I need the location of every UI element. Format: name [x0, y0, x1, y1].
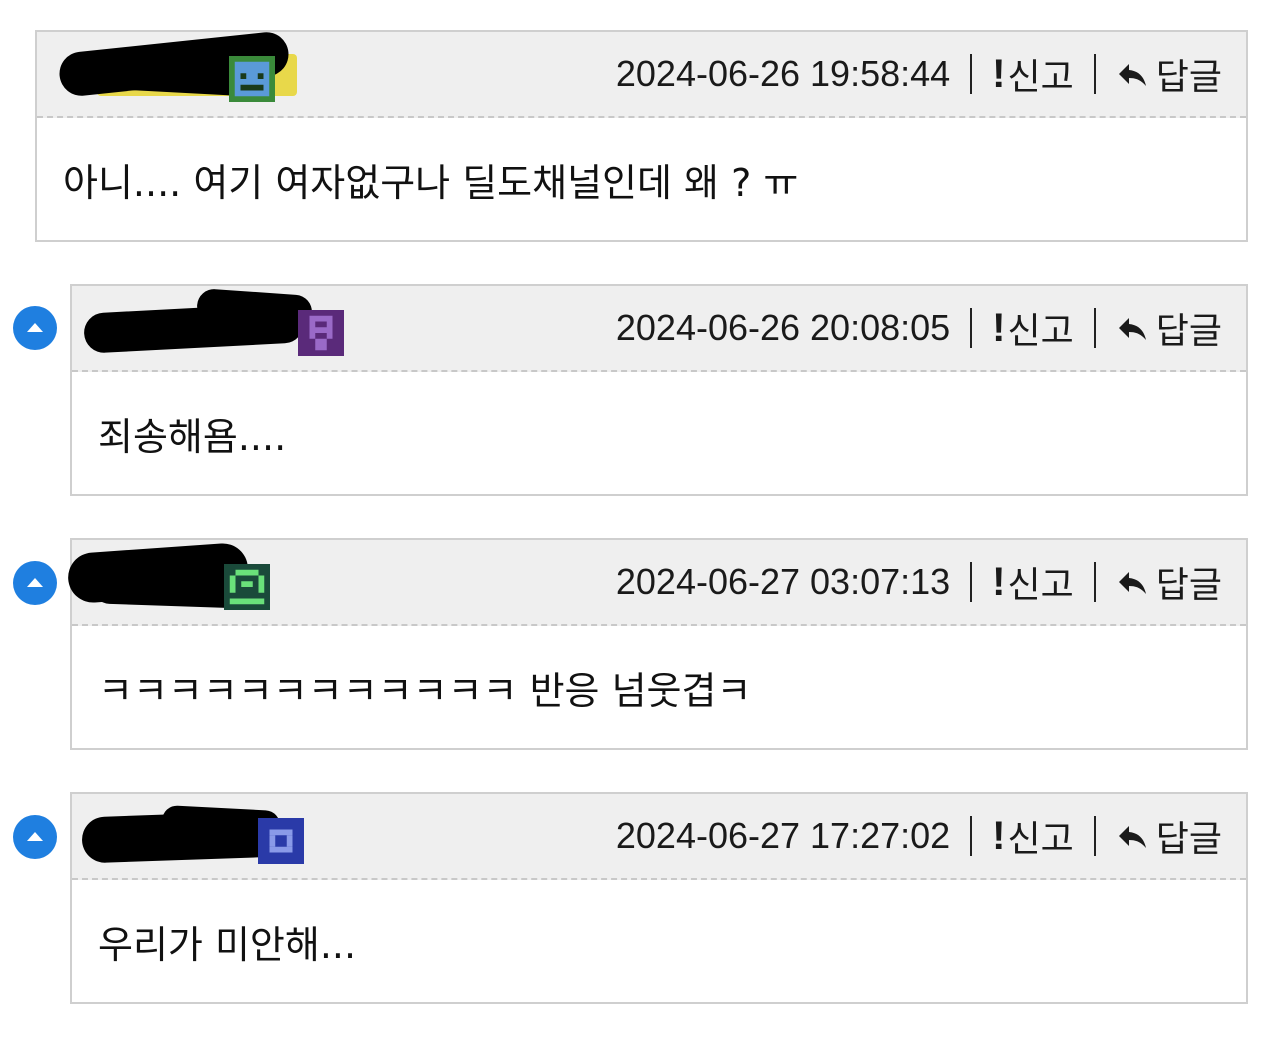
report-button[interactable]: ! 신고	[992, 810, 1074, 862]
comment-timestamp: 2024-06-27 17:27:02	[615, 815, 951, 856]
comment-header: 2024-06-26 19:58:44 ! 신고 답글	[37, 30, 1246, 118]
reply-label: 답글	[1155, 310, 1222, 351]
arrow-up-icon	[27, 323, 43, 332]
comment-text: 아니.... 여기 여자없구나 딜도채널인데 왜 ? ㅠ	[63, 160, 799, 205]
comment-timestamp: 2024-06-26 19:58:44	[615, 53, 951, 94]
reply-arrow-icon	[1118, 572, 1146, 594]
divider	[970, 308, 973, 348]
report-button[interactable]: ! 신고	[992, 48, 1074, 100]
divider	[970, 562, 973, 602]
exclamation-icon: !	[992, 51, 1006, 96]
reply-arrow-icon	[1118, 318, 1146, 340]
comment-text: 우리가 미안해...	[98, 922, 357, 967]
reply-label: 답글	[1155, 564, 1222, 605]
comment-text: ㅋㅋㅋㅋㅋㅋㅋㅋㅋㅋㅋㅋ 반응 넘웃겹ㅋ	[98, 668, 752, 713]
comment-text: 죄송해욤....	[98, 414, 287, 459]
comment-meta: 2024-06-27 17:27:02 ! 신고 답글	[616, 794, 1222, 878]
comment-timestamp: 2024-06-26 20:08:05	[615, 307, 951, 348]
comment-card: 2024-06-27 03:07:13 ! 신고 답글 ㅋㅋㅋㅋㅋㅋㅋㅋㅋㅋㅋㅋ…	[66, 538, 1248, 750]
comment-body: 죄송해욤....	[72, 372, 1246, 494]
reply-arrow-icon	[1118, 64, 1146, 86]
collapse-up-button[interactable]	[13, 306, 57, 350]
reply-arrow-icon	[1118, 826, 1146, 848]
divider	[1093, 308, 1096, 348]
divider	[970, 816, 973, 856]
comment-header: 2024-06-27 17:27:02 ! 신고 답글	[72, 794, 1246, 880]
comment-body: 우리가 미안해...	[72, 880, 1246, 1002]
divider	[970, 54, 973, 94]
comment-header: 2024-06-27 03:07:13 ! 신고 답글	[66, 540, 1246, 626]
user-avatar-icon[interactable]	[229, 56, 275, 102]
user-avatar-icon[interactable]	[258, 818, 304, 864]
comment-card: 2024-06-26 20:08:05 ! 신고 답글 죄송해욤....	[70, 284, 1248, 496]
report-label: 신고	[1007, 818, 1074, 859]
report-label: 신고	[1007, 310, 1074, 351]
comment-card: 2024-06-26 19:58:44 ! 신고 답글 아니.... 여기 여자…	[35, 30, 1248, 242]
reply-button[interactable]: 답글	[1116, 556, 1222, 608]
reply-button[interactable]: 답글	[1116, 48, 1222, 100]
collapse-up-button[interactable]	[13, 815, 57, 859]
report-label: 신고	[1007, 564, 1074, 605]
comment-meta: 2024-06-26 19:58:44 ! 신고 답글	[616, 32, 1222, 116]
report-button[interactable]: ! 신고	[992, 302, 1074, 354]
report-label: 신고	[1007, 56, 1074, 97]
arrow-up-icon	[27, 832, 43, 841]
divider	[1093, 816, 1096, 856]
user-avatar-icon[interactable]	[224, 564, 270, 610]
exclamation-icon: !	[992, 813, 1006, 858]
comment-card: 2024-06-27 17:27:02 ! 신고 답글 우리가 미안해...	[70, 792, 1248, 1004]
exclamation-icon: !	[992, 559, 1006, 604]
report-button[interactable]: ! 신고	[992, 556, 1074, 608]
comment-header: 2024-06-26 20:08:05 ! 신고 답글	[72, 286, 1246, 372]
comment-meta: 2024-06-26 20:08:05 ! 신고 답글	[616, 286, 1222, 370]
arrow-up-icon	[27, 578, 43, 587]
reply-button[interactable]: 답글	[1116, 810, 1222, 862]
collapse-up-button[interactable]	[13, 561, 57, 605]
reply-label: 답글	[1155, 818, 1222, 859]
reply-label: 답글	[1155, 56, 1222, 97]
user-avatar-icon[interactable]	[298, 310, 344, 356]
divider	[1093, 562, 1096, 602]
comment-body: 아니.... 여기 여자없구나 딜도채널인데 왜 ? ㅠ	[37, 118, 1246, 240]
comment-meta: 2024-06-27 03:07:13 ! 신고 답글	[616, 540, 1222, 624]
divider	[1093, 54, 1096, 94]
exclamation-icon: !	[992, 305, 1006, 350]
comment-body: ㅋㅋㅋㅋㅋㅋㅋㅋㅋㅋㅋㅋ 반응 넘웃겹ㅋ	[72, 626, 1246, 748]
comment-timestamp: 2024-06-27 03:07:13	[615, 561, 951, 602]
reply-button[interactable]: 답글	[1116, 302, 1222, 354]
